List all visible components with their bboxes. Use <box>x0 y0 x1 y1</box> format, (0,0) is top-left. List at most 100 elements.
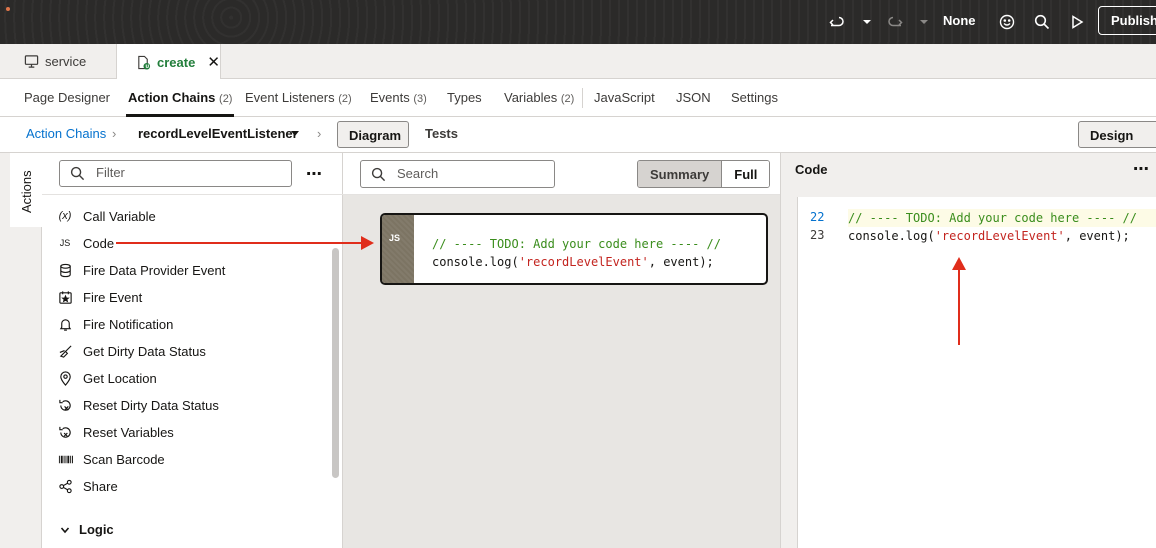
summary-button[interactable]: Summary <box>638 161 723 187</box>
code-action-node[interactable]: JS // ---- TODO: Add your code here ----… <box>380 213 768 285</box>
more-options-icon[interactable]: ⋯ <box>306 164 322 184</box>
design-button[interactable]: Design <box>1078 121 1156 148</box>
action-reset-variables[interactable]: Reset Variables <box>56 422 174 442</box>
js-badge-label: JS <box>389 233 401 243</box>
actions-side-tab[interactable]: Actions <box>10 153 42 227</box>
share-icon <box>56 477 74 495</box>
tab-event-listeners[interactable]: Event Listeners (2) <box>245 90 352 105</box>
tab-count: (2) <box>338 93 352 105</box>
action-reset-dirty-data-status[interactable]: Reset Dirty Data Status <box>56 395 219 415</box>
action-fire-event[interactable]: Fire Event <box>56 287 142 307</box>
code-text: console.log( <box>432 255 519 269</box>
file-tab-service[interactable]: service <box>24 44 86 79</box>
search-input[interactable] <box>397 166 547 181</box>
undo-icon[interactable] <box>825 10 849 34</box>
tab-javascript[interactable]: JavaScript <box>594 90 655 105</box>
search-icon[interactable] <box>1030 10 1054 34</box>
diagram-canvas[interactable]: Summary Full JS // ---- TODO: Add your c… <box>343 153 780 548</box>
tab-label: Event Listeners <box>245 90 335 105</box>
search-icon <box>70 166 85 181</box>
page-modified-icon: U <box>138 55 151 70</box>
designer-tab-bar: Page Designer Action Chains (2) Event Li… <box>0 79 1156 117</box>
tab-count: (3) <box>413 93 427 105</box>
code-text: , event); <box>648 255 714 269</box>
event-icon <box>56 288 74 306</box>
tab-variables[interactable]: Variables (2) <box>504 90 574 105</box>
action-call-variable[interactable]: (x) Call Variable <box>56 206 156 226</box>
broom-icon <box>56 342 74 360</box>
location-pin-icon <box>56 369 74 387</box>
tab-action-chains[interactable]: Action Chains (2) <box>125 90 235 117</box>
file-tab-create[interactable]: U create ✕ <box>116 44 221 80</box>
breadcrumb-action-chains-link[interactable]: Action Chains <box>26 126 106 141</box>
diagram-button[interactable]: Diagram <box>337 121 409 148</box>
tab-divider <box>582 88 583 108</box>
code-text: , event); <box>1064 229 1130 243</box>
action-code[interactable]: JS Code <box>56 233 114 253</box>
js-icon: JS <box>59 238 71 248</box>
code-properties-panel: Code ⋯ 22 23 // ---- TODO: Add your code… <box>780 153 1156 548</box>
breadcrumb-current-chain[interactable]: recordLevelEventListener <box>138 126 298 141</box>
code-text: console.log( <box>848 229 935 243</box>
action-fire-data-provider-event[interactable]: Fire Data Provider Event <box>56 260 225 280</box>
code-editor[interactable]: 22 23 // ---- TODO: Add your code here -… <box>797 197 1156 548</box>
tab-label: Types <box>447 90 482 105</box>
file-tab-bar: service U create ✕ <box>0 44 1156 80</box>
tab-events[interactable]: Events (3) <box>370 90 427 105</box>
tab-count: (2) <box>560 93 575 105</box>
action-label: Reset Dirty Data Status <box>83 397 219 413</box>
line-number: 22 <box>810 210 825 224</box>
full-button[interactable]: Full <box>722 161 770 187</box>
line-number: 23 <box>810 228 825 242</box>
annotation-arrow-right <box>116 236 374 250</box>
node-code-preview: // ---- TODO: Add your code here ---- //… <box>432 235 721 271</box>
tab-types[interactable]: Types <box>447 90 482 105</box>
tab-label: JSON <box>676 90 711 105</box>
logic-section-header[interactable]: Logic <box>60 522 114 537</box>
chevron-right-icon: › <box>112 126 117 141</box>
filter-field[interactable] <box>59 160 292 187</box>
smiley-icon[interactable] <box>995 10 1019 34</box>
action-get-location[interactable]: Get Location <box>56 368 157 388</box>
action-get-dirty-data-status[interactable]: Get Dirty Data Status <box>56 341 206 361</box>
tab-page-designer[interactable]: Page Designer <box>24 90 110 105</box>
action-label: Share <box>83 478 118 494</box>
panel-title: Code <box>795 162 828 177</box>
status-dot <box>6 7 10 11</box>
code-line: console.log('recordLevelEvent', event); <box>848 227 1130 245</box>
action-label: Fire Event <box>83 289 143 305</box>
desktop-icon <box>24 55 39 68</box>
action-fire-notification[interactable]: Fire Notification <box>56 314 173 334</box>
scrollbar[interactable] <box>332 248 339 478</box>
action-share[interactable]: Share <box>56 476 118 496</box>
filter-input[interactable] <box>96 165 276 180</box>
tab-json[interactable]: JSON <box>676 90 711 105</box>
chevron-right-icon: › <box>317 126 322 141</box>
redo-icon[interactable] <box>883 10 907 34</box>
publish-button[interactable]: Publish <box>1098 6 1156 35</box>
breadcrumb: Action Chains › recordLevelEventListener… <box>0 117 1156 153</box>
run-play-icon[interactable] <box>1065 10 1089 34</box>
action-scan-barcode[interactable]: Scan Barcode <box>56 449 165 469</box>
action-label: Fire Data Provider Event <box>83 262 226 278</box>
divider <box>42 194 343 195</box>
search-field[interactable] <box>360 160 555 188</box>
code-string: 'recordLevelEvent' <box>518 255 649 269</box>
tab-count: (2) <box>219 93 233 105</box>
redo-history-caret-icon[interactable] <box>917 13 931 31</box>
chevron-down-icon[interactable] <box>291 131 299 136</box>
action-label: Fire Notification <box>83 316 174 332</box>
tests-tab[interactable]: Tests <box>425 126 458 141</box>
more-options-icon[interactable]: ⋯ <box>1133 159 1149 179</box>
close-icon[interactable]: ✕ <box>207 53 220 71</box>
mode-label[interactable]: None <box>943 13 976 28</box>
section-label: Logic <box>79 522 114 537</box>
actions-palette: ⋯ (x) Call Variable JS Code Fire Data Pr… <box>42 153 343 548</box>
tab-label: Page Designer <box>24 90 110 105</box>
undo-history-caret-icon[interactable] <box>860 13 874 31</box>
database-icon <box>56 261 74 279</box>
action-label: Reset Variables <box>83 424 174 440</box>
tab-settings[interactable]: Settings <box>731 90 778 105</box>
file-tab-label: create <box>157 54 196 70</box>
action-label: Get Location <box>83 370 157 386</box>
